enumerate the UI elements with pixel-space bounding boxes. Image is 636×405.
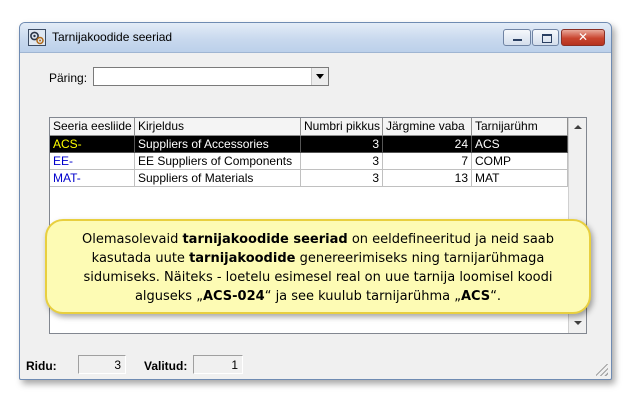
cell-supplier-group: ACS <box>472 136 568 153</box>
query-dropdown-button[interactable] <box>311 68 328 85</box>
cell-number-length: 3 <box>301 136 383 153</box>
cell-number-length: 3 <box>301 170 383 187</box>
chevron-down-icon <box>316 74 324 79</box>
column-header-prefix[interactable]: Seeria eesliide <box>50 118 135 136</box>
cell-prefix: ACS- <box>50 136 135 153</box>
arrow-up-icon <box>574 125 582 129</box>
column-header-next-free[interactable]: Järgmine vaba <box>383 118 472 136</box>
query-label: Päring: <box>49 71 88 85</box>
cell-supplier-group: MAT <box>472 170 568 187</box>
close-button[interactable]: ✕ <box>561 29 605 46</box>
minimize-button[interactable] <box>503 29 531 46</box>
cell-next-free: 13 <box>383 170 472 187</box>
minimize-icon <box>513 39 522 41</box>
close-icon: ✕ <box>577 30 589 44</box>
note-text: Olemasolevaid <box>81 232 183 247</box>
note-bold: tarnijakoodide seeriad <box>182 232 348 247</box>
table-row[interactable]: EE- EE Suppliers of Components 3 7 COMP <box>50 153 568 170</box>
note-text: “. <box>490 289 502 304</box>
maximize-button[interactable] <box>532 29 559 46</box>
cell-number-length: 3 <box>301 153 383 170</box>
cell-prefix: MAT- <box>50 170 135 187</box>
window-title: Tarnijakoodide seeriad <box>52 30 173 44</box>
scroll-up-button[interactable] <box>569 119 586 136</box>
explanation-callout: Olemasolevaid tarnijakoodide seeriad on … <box>45 219 591 314</box>
cell-next-free: 7 <box>383 153 472 170</box>
note-bold: ACS-024 <box>202 289 265 304</box>
title-bar[interactable]: Tarnijakoodide seeriad ✕ <box>20 23 611 53</box>
cell-prefix: EE- <box>50 153 135 170</box>
maximize-icon <box>542 34 552 43</box>
main-window: Tarnijakoodide seeriad ✕ Päring: Seeria … <box>19 22 612 380</box>
scroll-down-button[interactable] <box>569 315 586 332</box>
column-header-description[interactable]: Kirjeldus <box>135 118 301 136</box>
column-header-supplier-group[interactable]: Tarnijarühm <box>472 118 568 136</box>
cell-description: EE Suppliers of Components <box>135 153 301 170</box>
rows-count-label: Ridu: <box>26 359 57 373</box>
note-text: “ ja see kuulub tarnijarühma „ <box>264 289 461 304</box>
note-bold: tarnijakoodide <box>189 251 296 266</box>
table-row[interactable]: MAT- Suppliers of Materials 3 13 MAT <box>50 170 568 187</box>
cell-supplier-group: COMP <box>472 153 568 170</box>
app-gears-icon <box>28 29 46 46</box>
query-dropdown[interactable] <box>93 67 329 86</box>
rows-count-value: 3 <box>78 355 126 374</box>
table-header: Seeria eesliide Kirjeldus Numbri pikkus … <box>50 118 568 136</box>
cell-description: Suppliers of Accessories <box>135 136 301 153</box>
arrow-down-icon <box>574 321 582 325</box>
table-row[interactable]: ACS- Suppliers of Accessories 3 24 ACS <box>50 136 568 153</box>
column-header-number-length[interactable]: Numbri pikkus <box>301 118 383 136</box>
cell-description: Suppliers of Materials <box>135 170 301 187</box>
selected-count-label: Valitud: <box>144 359 188 373</box>
resize-grip-icon[interactable] <box>596 364 608 376</box>
selected-count-value: 1 <box>193 355 243 374</box>
cell-next-free: 24 <box>383 136 472 153</box>
note-bold: ACS <box>460 289 491 304</box>
